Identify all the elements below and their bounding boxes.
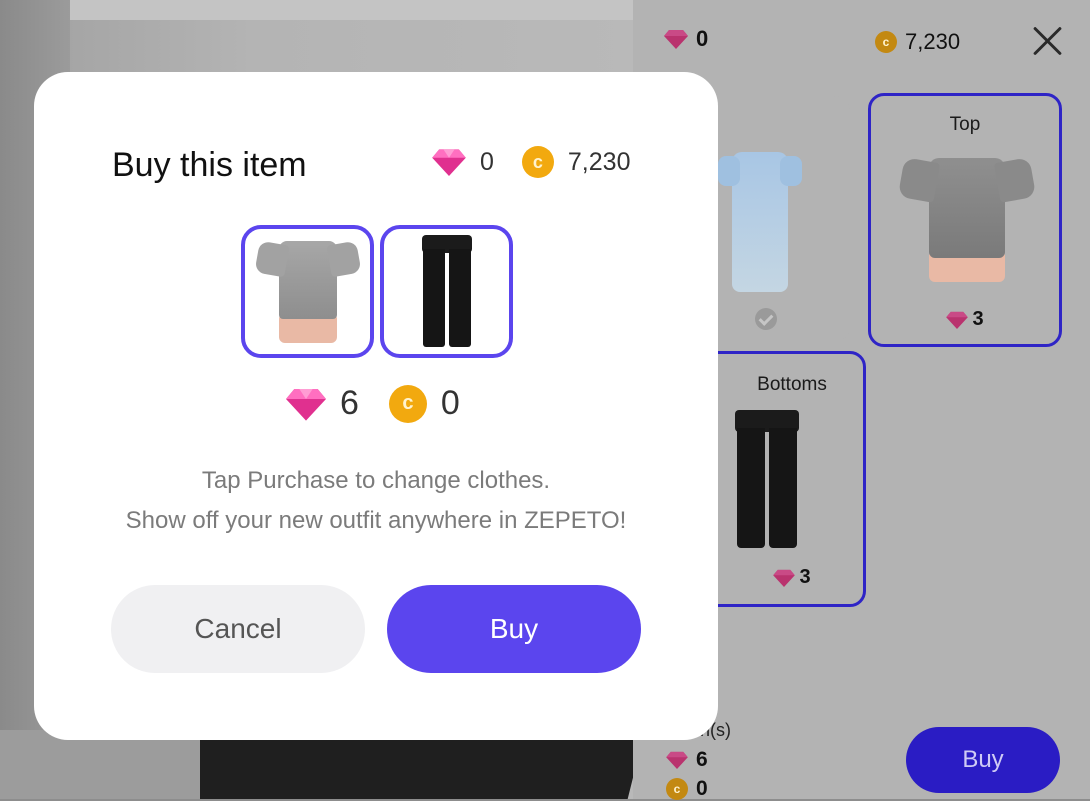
dialog-title: Buy this item (112, 146, 307, 184)
owned-check-icon (755, 308, 777, 330)
gem-icon (773, 569, 796, 587)
coin-icon: c (875, 31, 897, 53)
selected-item-bottoms (380, 225, 513, 358)
cancel-button[interactable]: Cancel (111, 585, 365, 673)
card-category: Top (949, 114, 981, 135)
item-card-top[interactable]: Top 3 (868, 93, 1062, 347)
dialog-message-line1: Tap Purchase to change clothes. (201, 467, 551, 494)
gem-icon (286, 387, 326, 421)
coin-icon: c (388, 384, 427, 423)
item-card-dress[interactable] (700, 96, 850, 342)
scene-ceiling (60, 0, 634, 20)
panel-total-gems: 6 (666, 748, 708, 772)
card-price-value: 3 (799, 566, 811, 588)
panel-total-gems-value: 6 (696, 748, 708, 771)
dialog-total-price: 6 c 0 (286, 384, 460, 423)
dialog-price-coins: 0 (440, 384, 460, 422)
panel-gem-balance: 0 (664, 26, 708, 52)
gem-icon (666, 751, 688, 769)
selected-item-top (241, 225, 374, 358)
scene-floor-edge (0, 730, 200, 799)
buy-item-dialog: Buy this item 0 c 7,230 6 c 0 Tap Purcha… (34, 72, 718, 740)
dialog-message-line2: Show off your new outfit anywhere in ZEP… (125, 507, 627, 534)
gem-icon (946, 311, 969, 329)
card-category: Bottoms (757, 374, 827, 395)
gem-icon (432, 148, 466, 176)
card-price: 3 (721, 566, 863, 589)
dialog-price-gems: 6 (340, 384, 359, 422)
coin-icon: c (521, 146, 554, 178)
panel-buy-button[interactable]: Buy (906, 727, 1060, 793)
gem-icon (664, 29, 688, 49)
coin-icon: c (666, 778, 688, 800)
buy-button[interactable]: Buy (387, 585, 641, 673)
dialog-balance: 0 c 7,230 (432, 146, 630, 178)
card-price-value: 3 (972, 308, 984, 330)
dialog-gem-balance: 0 (480, 147, 494, 176)
panel-coin-count: 7,230 (905, 29, 961, 54)
panel-total-coins-value: 0 (696, 777, 708, 800)
item-card-bottoms[interactable]: Bottoms 3 (700, 351, 866, 607)
panel-total-coins: c 0 (666, 777, 708, 801)
card-price: 3 (871, 308, 1059, 331)
panel-coin-balance: c 7,230 (875, 29, 960, 55)
close-icon[interactable] (1030, 24, 1064, 58)
dialog-coin-balance: 7,230 (567, 147, 631, 176)
panel-gem-count: 0 (696, 26, 709, 51)
